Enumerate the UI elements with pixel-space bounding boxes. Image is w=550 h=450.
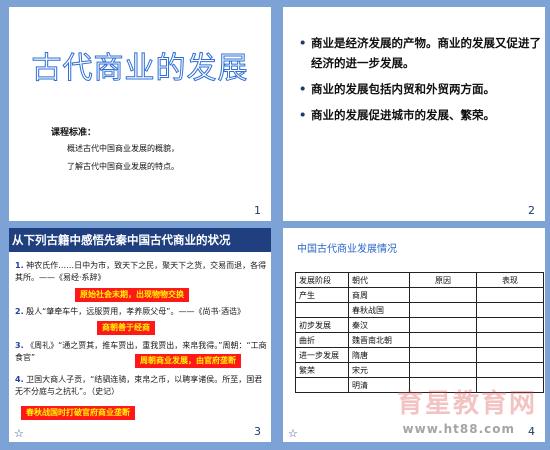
table-row: 初步发展 秦汉 xyxy=(295,317,544,333)
course-standard-line-1: 概述古代中国商业发展的概貌， xyxy=(67,144,179,153)
bullet-item: 商业的发展包括内贸和外贸两方面。 xyxy=(297,79,541,99)
slide-1-thumbnail[interactable]: 古代商业的发展 课程标准： 概述古代中国商业发展的概貌， 了解古代中国商业发展的… xyxy=(9,7,271,221)
table-cell: 隋唐 xyxy=(348,347,410,363)
slide-number: 4 xyxy=(528,425,535,438)
table-cell: 初步发展 xyxy=(295,317,349,333)
watermark-logo: 育星教育网 xyxy=(396,389,537,419)
table-row: 繁荣 宋元 xyxy=(295,362,544,378)
slide-number: 1 xyxy=(254,204,261,217)
item-number: 4. xyxy=(15,375,24,384)
table-cell xyxy=(476,347,544,363)
table-cell xyxy=(476,332,544,348)
highlight-label-3: 周朝商业发展，由官府垄断 xyxy=(135,354,241,368)
slide-4-thumbnail[interactable]: 中国古代商业发展情况 发展阶段 朝代 原因 表现 产生 商周 春秋战国 初步发展… xyxy=(283,228,545,442)
table-cell: 进一步发展 xyxy=(295,347,349,363)
table-header-row: 发展阶段 朝代 原因 表现 xyxy=(295,272,544,288)
header-cell: 表现 xyxy=(476,272,544,288)
item-number: 2. xyxy=(15,307,24,316)
slide-3-title: 从下列古籍中感悟先秦中国古代商业的状况 xyxy=(9,228,271,252)
slide-2-thumbnail[interactable]: 商业是经济发展的产物。商业的发展又促进了经济的进一步发展。 商业的发展包括内贸和… xyxy=(283,7,545,221)
bullet-list: 商业是经济发展的产物。商业的发展又促进了经济的进一步发展。 商业的发展包括内贸和… xyxy=(297,33,541,131)
item-text: 神农氏作……日中为市，致天下之民，聚天下之货，交易而退，各得其所。——《易经·系… xyxy=(15,261,267,282)
table-row: 进一步发展 隋唐 xyxy=(295,347,544,363)
table-cell: 繁荣 xyxy=(295,362,349,378)
table-cell: 秦汉 xyxy=(348,317,410,333)
slide-transition-icon: ☆ xyxy=(14,427,24,440)
table-cell xyxy=(409,317,477,333)
course-standard-line-2: 了解古代中国商业发展的特点。 xyxy=(67,162,179,171)
highlight-label-4: 春秋战国时打破官府商业垄断 xyxy=(21,406,135,420)
header-cell: 原因 xyxy=(409,272,477,288)
table-cell xyxy=(476,302,544,318)
table-cell: 商周 xyxy=(348,287,410,303)
table-cell xyxy=(476,362,544,378)
table-row: 春秋战国 xyxy=(295,302,544,318)
quote-item-4: 4. 卫国大商人子贡，“结驷连骑，束帛之币，以聘享诸侯。所至，国君无不分庭与之抗… xyxy=(15,374,267,398)
item-text: 殷人“肇牵车牛，远服贾用，孝养厥父母”。——《尚书·酒诰》 xyxy=(26,307,245,316)
table-cell xyxy=(295,377,349,393)
course-standard-label: 课程标准： xyxy=(51,128,97,138)
table-cell xyxy=(295,302,349,318)
table-cell xyxy=(409,287,477,303)
bullet-item: 商业是经济发展的产物。商业的发展又促进了经济的进一步发展。 xyxy=(297,33,541,73)
table-cell: 春秋战国 xyxy=(348,302,410,318)
slide-3-thumbnail[interactable]: 从下列古籍中感悟先秦中国古代商业的状况 1. 神农氏作……日中为市，致天下之民，… xyxy=(9,228,271,442)
table-cell xyxy=(409,347,477,363)
table-cell xyxy=(409,362,477,378)
highlight-label-2: 商朝善于经商 xyxy=(97,321,155,335)
table-cell: 魏晋南北朝 xyxy=(348,332,410,348)
table-cell: 产生 xyxy=(295,287,349,303)
item-text: 卫国大商人子贡，“结驷连骑，束帛之币，以聘享诸侯。所至，国君无不分庭与之抗礼”。… xyxy=(15,375,263,396)
watermark-url: www.ht88.com xyxy=(402,422,515,436)
item-number: 3. xyxy=(15,341,24,350)
item-number: 1. xyxy=(15,261,24,270)
table-row: 曲折 魏晋南北朝 xyxy=(295,332,544,348)
table-cell xyxy=(409,302,477,318)
table-cell: 宋元 xyxy=(348,362,410,378)
quote-item-2: 2. 殷人“肇牵车牛，远服贾用，孝养厥父母”。——《尚书·酒诰》 xyxy=(15,306,267,318)
table-cell xyxy=(476,287,544,303)
slide-1-title: 古代商业的发展 xyxy=(31,51,249,87)
slide-4-title: 中国古代商业发展情况 xyxy=(297,244,397,255)
slide-number: 2 xyxy=(528,204,535,217)
quote-item-1: 1. 神农氏作……日中为市，致天下之民，聚天下之货，交易而退，各得其所。——《易… xyxy=(15,260,267,284)
commerce-development-table: 发展阶段 朝代 原因 表现 产生 商周 春秋战国 初步发展 秦汉 曲折 魏晋南北… xyxy=(295,272,544,393)
header-cell: 朝代 xyxy=(348,272,410,288)
table-cell: 曲折 xyxy=(295,332,349,348)
bullet-item: 商业的发展促进城市的发展、繁荣。 xyxy=(297,105,541,125)
table-cell xyxy=(409,332,477,348)
header-cell: 发展阶段 xyxy=(295,272,349,288)
table-row: 产生 商周 xyxy=(295,287,544,303)
highlight-label-1: 原始社会末期，出现物物交换 xyxy=(75,288,189,302)
slide-number: 3 xyxy=(254,425,261,438)
table-cell xyxy=(476,317,544,333)
slide-transition-icon: ☆ xyxy=(288,427,298,440)
